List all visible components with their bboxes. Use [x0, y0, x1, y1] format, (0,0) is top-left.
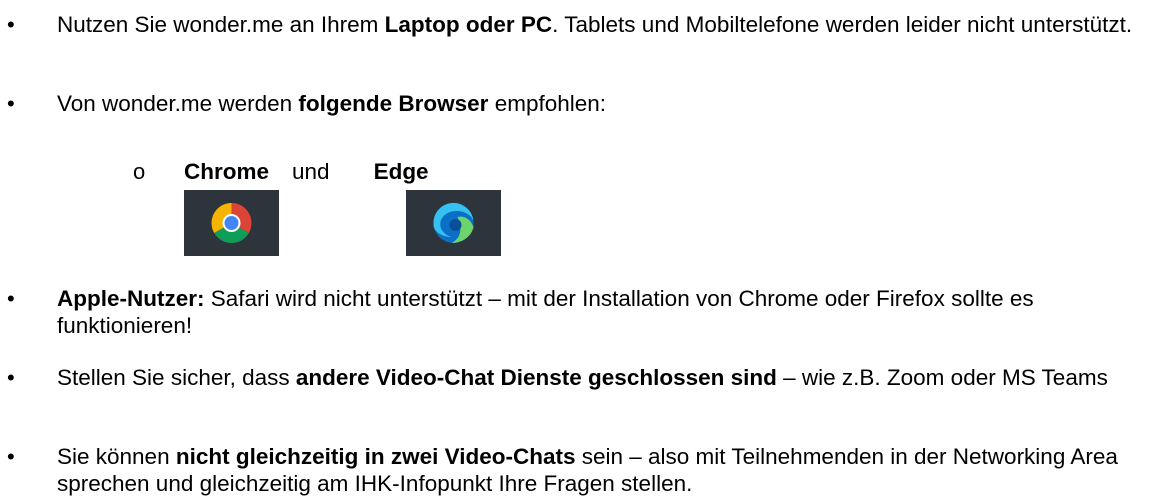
list-item: Apple-Nutzer: Safari wird nicht unterstü… — [57, 285, 1167, 339]
item-bold-text: folgende Browser — [298, 91, 489, 116]
item-text: Sie können — [57, 444, 176, 469]
bullet-marker-3: • — [7, 286, 15, 311]
item-bold-text: Apple-Nutzer: — [57, 286, 205, 311]
list-item: Nutzen Sie wonder.me an Ihrem Laptop ode… — [57, 11, 1167, 38]
item-bold-text: andere Video-Chat Dienste geschlossen si… — [295, 365, 777, 390]
sub-bullet-marker: o — [133, 159, 146, 184]
browser-joiner: und — [292, 159, 330, 184]
item-text: Von wonder.me werden — [57, 91, 299, 116]
list-item: Von wonder.me werden folgende Browser em… — [57, 90, 1167, 117]
bullet-marker-1: • — [7, 12, 15, 37]
browser-chrome-label: Chrome — [184, 159, 270, 184]
item-bold-text: Laptop oder PC — [384, 12, 553, 37]
item-text: – wie z.B. Zoom oder MS Teams — [776, 365, 1108, 390]
item-text: empfohlen: — [488, 91, 607, 116]
item-text: . Tablets und Mobiltelefone werden leide… — [552, 12, 1133, 37]
browser-edge-label: Edge — [373, 159, 429, 184]
item-text: Stellen Sie sicher, dass — [57, 365, 296, 390]
chrome-logo-icon — [184, 190, 279, 256]
bullet-marker-2: • — [7, 91, 15, 116]
list-item: Sie können nicht gleichzeitig in zwei Vi… — [57, 443, 1167, 497]
bullet-marker-5: • — [7, 444, 15, 469]
edge-logo-icon — [406, 190, 501, 256]
bullet-marker-4: • — [7, 365, 15, 390]
item-text: Nutzen Sie wonder.me an Ihrem — [57, 12, 385, 37]
list-item: Stellen Sie sicher, dass andere Video-Ch… — [57, 364, 1167, 391]
browser-list: Chrome und Edge — [184, 158, 429, 185]
item-bold-text: nicht gleichzeitig in zwei Video-Chats — [175, 444, 576, 469]
